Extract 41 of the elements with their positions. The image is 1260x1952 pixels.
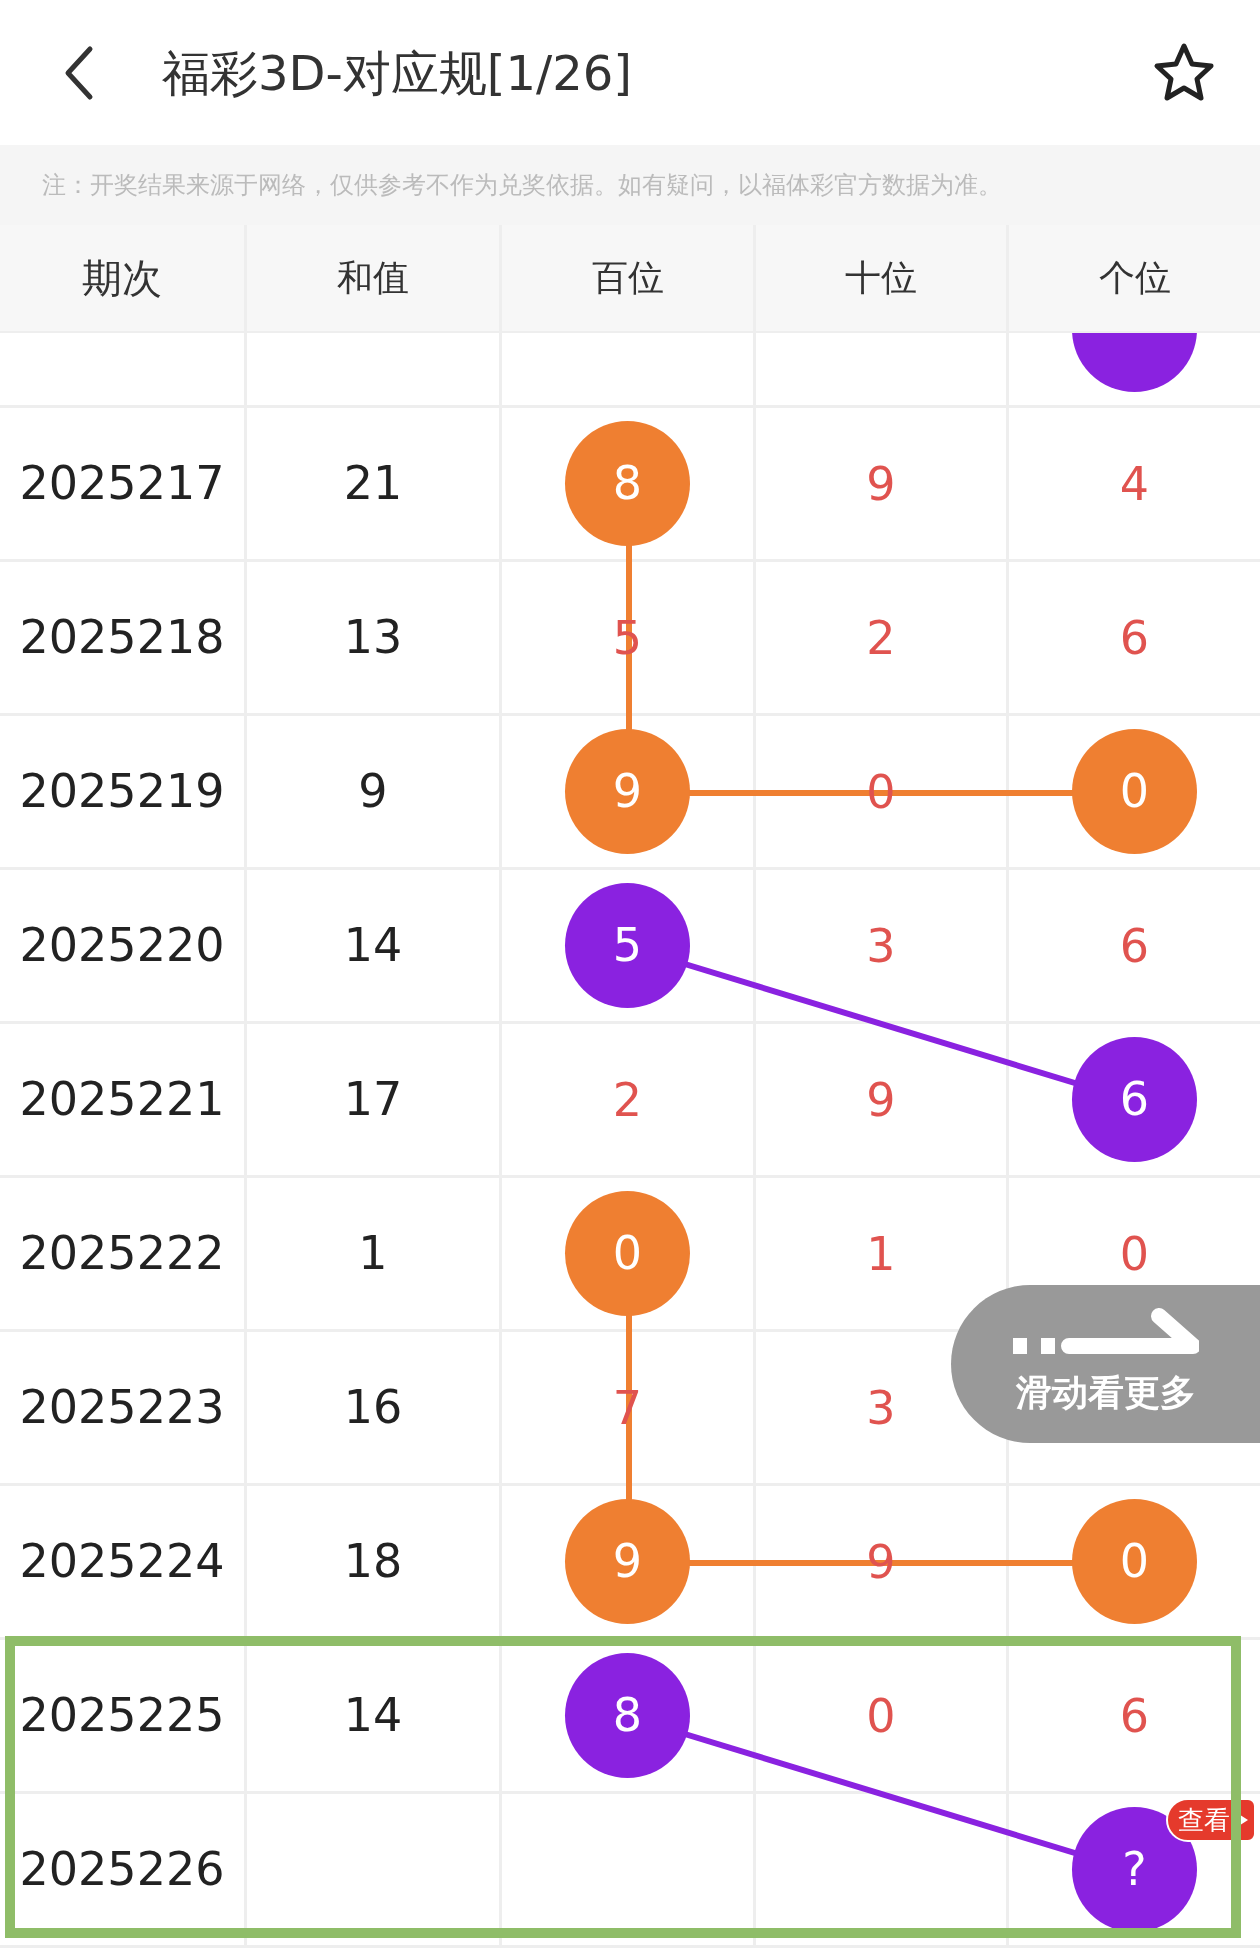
column-header: 期次 [82, 254, 162, 303]
sum-value: 1 [358, 1225, 388, 1282]
digit-value: 3 [866, 922, 896, 969]
column-header: 百位 [591, 256, 664, 300]
column-header: 个位 [1098, 256, 1171, 300]
issue-number: 2025223 [19, 1379, 225, 1436]
issue-number: 2025217 [19, 455, 225, 512]
issue-number: 2025220 [19, 917, 225, 974]
sum-value: 14 [343, 917, 403, 974]
sum-value: 17 [343, 1071, 403, 1128]
issue-number: 2025218 [19, 609, 225, 666]
issue-number: 2025221 [19, 1071, 225, 1128]
digit-value: 2 [612, 1076, 643, 1123]
digit-value: 6 [1119, 922, 1150, 969]
issue-number: 2025225 [19, 1687, 225, 1744]
sum-value: 18 [343, 1533, 403, 1590]
digit-value: 0 [1119, 1230, 1150, 1277]
page-title: 福彩3D-对应规[1/26] [162, 43, 634, 103]
digit-value: 4 [1119, 460, 1150, 507]
issue-number: 2025224 [19, 1533, 225, 1590]
swipe-hint-text: 滑动看更多 [1015, 1371, 1196, 1415]
digit-value: 9 [866, 1076, 896, 1123]
digit-value: 6 [1119, 614, 1150, 661]
sum-value: 13 [343, 609, 403, 666]
issue-number: 2025226 [19, 1841, 225, 1898]
swipe-hint[interactable]: 滑动看更多 [951, 1285, 1260, 1443]
digit-value: 1 [866, 1230, 896, 1277]
digit-value: 0 [866, 1692, 896, 1739]
sum-value: 9 [358, 763, 388, 820]
sum-value: 16 [343, 1379, 403, 1436]
digit-value: 6 [1119, 1692, 1150, 1739]
sum-value: 14 [343, 1687, 403, 1744]
column-header: 和值 [337, 256, 409, 300]
notice-text: 注：开奖结果来源于网络，仅供参考不作为兑奖依据。如有疑问，以福体彩官方数据为准。 [42, 170, 1002, 201]
issue-number: 2025222 [19, 1225, 225, 1282]
column-header: 十位 [845, 256, 917, 300]
digit-value: 2 [866, 614, 896, 661]
digit-value: 9 [866, 460, 896, 507]
digit-value: 3 [866, 1384, 896, 1431]
sum-value: 21 [343, 455, 403, 512]
issue-number: 2025219 [19, 763, 225, 820]
